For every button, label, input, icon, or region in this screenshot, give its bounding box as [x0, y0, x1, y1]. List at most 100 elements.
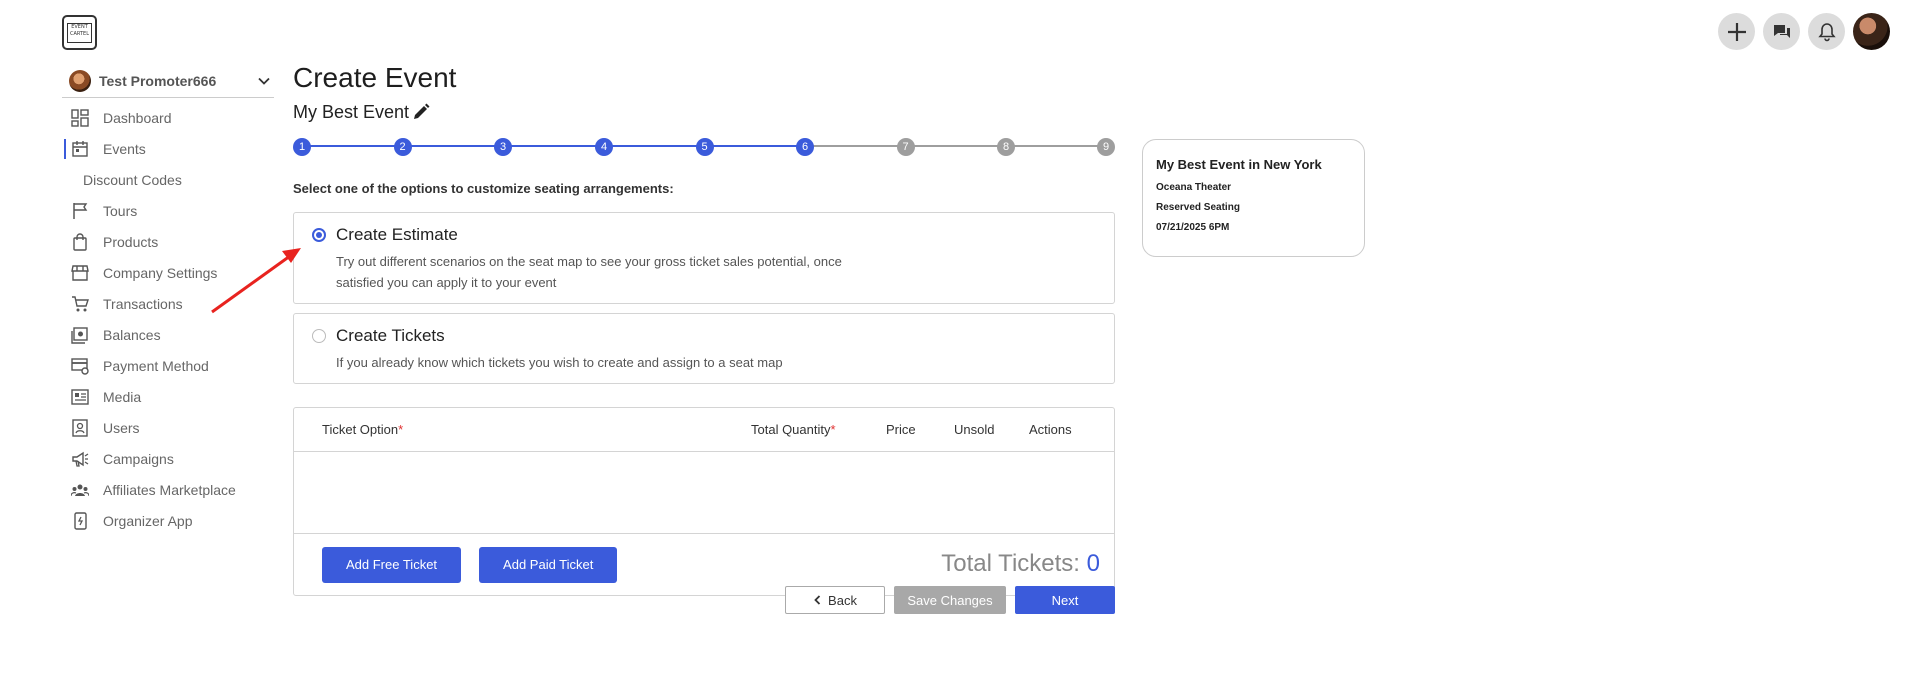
sidebar-item-transactions[interactable]: Transactions — [62, 288, 274, 319]
table-header: Ticket Option* Total Quantity* Price Uns… — [294, 408, 1114, 452]
bell-icon[interactable] — [1808, 13, 1845, 50]
sidebar-item-media[interactable]: Media — [62, 381, 274, 412]
user-avatar[interactable] — [1853, 13, 1890, 50]
app-logo[interactable]: EVENT CARTEL — [62, 15, 97, 50]
event-summary-card: My Best Event in New York Oceana Theater… — [1142, 139, 1365, 257]
dashboard-icon — [70, 108, 90, 128]
step-7[interactable]: 7 — [896, 138, 915, 156]
stepper-remaining-line — [805, 145, 1106, 147]
chat-icon[interactable] — [1763, 13, 1800, 50]
seating-prompt: Select one of the options to customize s… — [293, 181, 674, 196]
summary-venue: Oceana Theater — [1156, 182, 1232, 193]
ticket-table: Ticket Option* Total Quantity* Price Uns… — [293, 407, 1115, 596]
step-1[interactable]: 1 — [293, 138, 311, 156]
header-unsold: Unsold — [954, 422, 995, 437]
sidebar-item-organizer-app[interactable]: Organizer App — [62, 505, 274, 536]
sidebar-item-campaigns[interactable]: Campaigns — [62, 443, 274, 474]
stepper-progress-line — [302, 145, 805, 147]
event-name-row: My Best Event — [293, 100, 1115, 124]
radio-create-estimate[interactable] — [312, 228, 326, 242]
flag-icon — [70, 201, 90, 221]
plus-icon[interactable] — [1718, 13, 1755, 50]
step-9[interactable]: 9 — [1097, 138, 1115, 156]
summary-datetime: 07/21/2025 6PM — [1156, 222, 1230, 233]
back-label: Back — [828, 592, 857, 608]
sidebar-item-label: Discount Codes — [83, 171, 182, 188]
sidebar-item-label: Dashboard — [103, 109, 172, 126]
sidebar-item-label: Campaigns — [103, 450, 174, 467]
save-changes-button[interactable]: Save Changes — [894, 586, 1006, 614]
sidebar-item-events[interactable]: Events — [62, 133, 274, 164]
sidebar-item-label: Balances — [103, 326, 161, 343]
sidebar-item-label: Tours — [103, 202, 138, 219]
option-create-tickets[interactable]: Create Tickets If you already know which… — [293, 313, 1115, 384]
promoter-name: Test Promoter666 — [99, 72, 217, 89]
wallet-icon — [70, 325, 90, 345]
table-body — [294, 452, 1114, 534]
sidebar-item-payment-method[interactable]: Payment Method — [62, 350, 274, 381]
store-icon — [70, 263, 90, 283]
step-4[interactable]: 4 — [595, 138, 613, 156]
step-6[interactable]: 6 — [796, 138, 814, 156]
promoter-selector[interactable]: Test Promoter666 — [62, 68, 274, 98]
logo-text: EVENT CARTEL — [67, 22, 92, 43]
pencil-icon[interactable] — [412, 103, 430, 121]
total-tickets-label: Total Tickets: — [941, 550, 1080, 577]
sidebar-item-label: Products — [103, 233, 159, 250]
phone-icon — [70, 511, 90, 531]
sidebar-item-label: Transactions — [103, 295, 183, 312]
option-description: If you already know which tickets you wi… — [336, 355, 783, 370]
sidebar-item-company-settings[interactable]: Company Settings — [62, 257, 274, 288]
step-8[interactable]: 8 — [997, 138, 1015, 156]
header-price: Price — [886, 422, 916, 437]
summary-seating: Reserved Seating — [1156, 202, 1240, 213]
sidebar-item-label: Media — [103, 388, 142, 405]
card-settings-icon — [70, 356, 90, 376]
calendar-icon — [70, 139, 90, 159]
step-5[interactable]: 5 — [695, 138, 714, 156]
total-tickets-value: 0 — [1086, 550, 1100, 577]
header-actions: Actions — [1029, 422, 1072, 437]
sidebar-item-label: Company Settings — [103, 264, 218, 281]
footer-buttons: Back Save Changes Next — [785, 586, 1115, 614]
radio-create-tickets[interactable] — [312, 329, 326, 343]
header-total-quantity: Total Quantity* — [751, 422, 836, 437]
total-tickets: Total Tickets: 0 — [941, 550, 1100, 578]
sidebar-item-label: Payment Method — [103, 357, 209, 374]
summary-title: My Best Event in New York — [1156, 157, 1322, 172]
sidebar-item-label: Users — [103, 419, 140, 436]
sidebar-item-label: Affiliates Marketplace — [103, 481, 236, 498]
bag-icon — [70, 232, 90, 252]
option-create-estimate[interactable]: Create Estimate Try out different scenar… — [293, 212, 1115, 304]
option-description: Try out different scenarios on the seat … — [336, 254, 842, 290]
sidebar-item-dashboard[interactable]: Dashboard — [62, 102, 274, 133]
sidebar-item-discount-codes[interactable]: Discount Codes — [62, 164, 274, 195]
group-icon — [70, 480, 90, 500]
sidebar-item-tours[interactable]: Tours — [62, 195, 274, 226]
megaphone-icon — [70, 449, 90, 469]
add-paid-ticket-button[interactable]: Add Paid Ticket — [479, 546, 618, 583]
sidebar-item-products[interactable]: Products — [62, 226, 274, 257]
promoter-avatar — [69, 69, 91, 92]
event-name: My Best Event — [293, 101, 410, 122]
step-3[interactable]: 3 — [494, 138, 512, 156]
header-ticket-option: Ticket Option* — [322, 422, 404, 437]
sidebar-item-label: Events — [103, 140, 146, 157]
sidebar-nav: Dashboard Events Discount Codes Tours Pr… — [62, 102, 274, 536]
media-icon — [70, 387, 90, 407]
next-button[interactable]: Next — [1015, 586, 1115, 614]
main-content: Create Event My Best Event 1 2 3 4 5 6 7… — [293, 62, 1115, 596]
sidebar-item-users[interactable]: Users — [62, 412, 274, 443]
add-free-ticket-button[interactable]: Add Free Ticket — [322, 546, 462, 583]
sidebar: Test Promoter666 Dashboard Events Discou… — [62, 68, 274, 536]
chevron-down-icon — [254, 71, 274, 91]
sidebar-item-affiliates-marketplace[interactable]: Affiliates Marketplace — [62, 474, 274, 505]
option-title: Create Tickets — [336, 326, 445, 345]
step-2[interactable]: 2 — [393, 138, 412, 156]
back-button[interactable]: Back — [785, 586, 885, 614]
user-badge-icon — [70, 418, 90, 438]
sidebar-item-balances[interactable]: Balances — [62, 319, 274, 350]
stepper: 1 2 3 4 5 6 7 8 9 — [293, 136, 1115, 156]
page-title: Create Event — [293, 62, 457, 93]
option-title: Create Estimate — [336, 225, 458, 244]
